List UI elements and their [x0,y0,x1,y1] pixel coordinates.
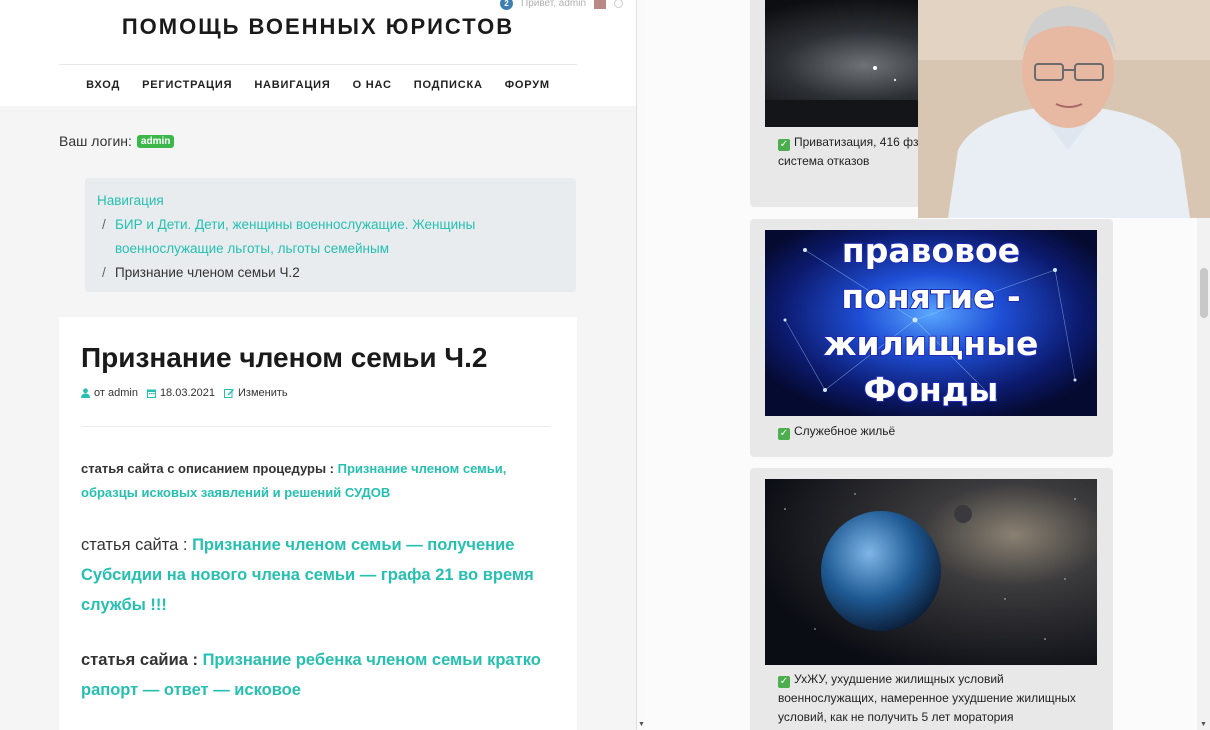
admin-topbar: 2 Привет, admin [500,0,624,10]
header-divider [59,64,577,65]
login-label: Ваш логин: [59,133,132,149]
nav-subscription[interactable]: ПОДПИСКА [414,79,483,91]
author-meta[interactable]: от admin [81,387,138,399]
avatar[interactable] [594,0,607,9]
thumb-text-line: понятие - [841,277,1020,316]
left-scrollbar[interactable]: ▼ [636,0,646,730]
breadcrumb-root[interactable]: Навигация [97,193,164,208]
nav-login[interactable]: ВХОД [86,79,120,91]
video-caption[interactable]: ✓ Служебное жильё [778,422,1098,441]
video-thumbnail[interactable]: правовое понятие - жилищные Фонды [765,230,1097,416]
edit-text[interactable]: Изменить [238,387,288,399]
housing-funds-thumbnail: правовое понятие - жилищные Фонды [765,230,1097,416]
date-meta: 18.03.2021 [146,387,215,399]
thumb-text-line: правовое [842,231,1020,270]
article-paragraph: статья сайта с описанием процедуры : При… [81,457,551,505]
video-caption[interactable]: ✓ УхЖУ, ухудшение жилищных условий военно… [778,670,1098,727]
thumb-text-line: жилищные [824,324,1039,363]
article-paragraph: статья сайта : Признание членом семьи — … [81,530,551,620]
video-card[interactable]: ✓ УхЖУ, ухудшение жилищных условий военно… [750,468,1113,730]
nav-navigation[interactable]: НАВИГАЦИЯ [254,79,330,91]
breadcrumb: Навигация / БИР и Дети. Дети, женщины вое… [85,178,576,292]
article-divider [81,426,551,427]
scroll-down-arrow-icon[interactable]: ▼ [638,721,645,728]
nav-about[interactable]: О НАС [353,79,392,91]
checkmark-icon: ✓ [778,139,790,151]
video-thumbnail[interactable] [765,479,1097,665]
edit-link[interactable]: Изменить [224,387,288,399]
site-header: 2 Привет, admin ПОМОЩЬ ВОЕННЫХ ЮРИСТОВ В… [0,0,636,106]
thumb-text-line: Фонды [864,370,999,409]
paragraph-prefix: статья сайта : [81,536,188,554]
breadcrumb-separator: / [102,217,106,232]
breadcrumb-current: Признание членом семьи Ч.2 [115,265,300,280]
author-text[interactable]: от admin [94,387,138,399]
nav-register[interactable]: РЕГИСТРАЦИЯ [142,79,232,91]
edit-icon [224,389,234,398]
website-pane: 2 Привет, admin ПОМОЩЬ ВОЕННЫХ ЮРИСТОВ В… [0,0,636,730]
user-icon [81,388,90,398]
scroll-thumb[interactable] [1200,268,1208,318]
checkmark-icon: ✓ [778,428,790,440]
article-title: Признание членом семьи Ч.2 [81,342,488,373]
webcam-overlay [918,0,1210,218]
screen: 2 Привет, admin ПОМОЩЬ ВОЕННЫХ ЮРИСТОВ В… [0,0,1210,730]
search-icon[interactable] [614,0,624,8]
breadcrumb-separator: / [102,265,106,280]
presenter-video [918,0,1210,218]
planet-space-image [765,479,1097,665]
right-scrollbar[interactable]: ▼ [1197,218,1210,730]
article-meta: от admin 18.03.2021 Изменить [81,387,288,399]
main-nav: ВХОД РЕГИСТРАЦИЯ НАВИГАЦИЯ О НАС ПОДПИСК… [0,79,636,91]
breadcrumb-parent-cont[interactable]: военнослужащие льготы, льготы семейным [115,241,389,256]
article: Признание членом семьи Ч.2 от admin 18.0… [59,317,577,730]
notification-count[interactable]: 2 [500,0,513,10]
greeting-text[interactable]: Привет, admin [521,0,586,9]
nav-forum[interactable]: ФОРУМ [505,79,550,91]
username-badge: admin [136,134,175,148]
calendar-icon [146,389,156,398]
date-text: 18.03.2021 [159,387,215,399]
checkmark-icon: ✓ [778,676,790,688]
breadcrumb-parent[interactable]: БИР и Дети. Дети, женщины военнослужащие… [115,217,475,232]
paragraph-prefix: статья сайиа : [81,651,198,669]
scroll-down-arrow-icon[interactable]: ▼ [1200,721,1207,728]
paragraph-prefix: статья сайта с описанием процедуры : [81,461,334,476]
video-card[interactable]: правовое понятие - жилищные Фонды ✓ Служе… [750,219,1113,457]
article-paragraph: статья сайиа : Признание ребенка членом … [81,645,551,705]
login-info: Ваш логин: admin [59,133,175,149]
site-title[interactable]: ПОМОЩЬ ВОЕННЫХ ЮРИСТОВ [0,14,636,40]
